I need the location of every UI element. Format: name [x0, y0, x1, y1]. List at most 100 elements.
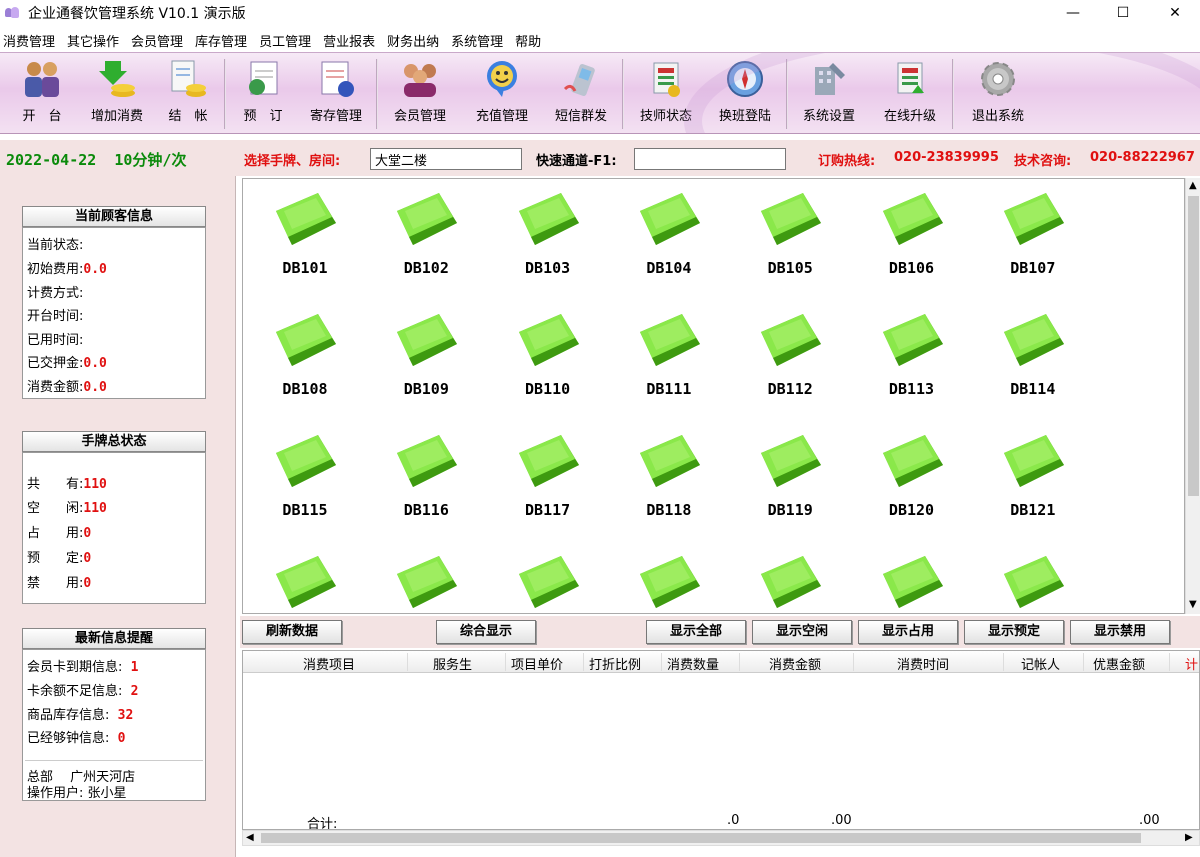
room-tile[interactable]: DB109 [376, 306, 476, 416]
room-tile[interactable]: DB105 [740, 185, 840, 295]
column-header[interactable]: 记帐人 [1021, 654, 1060, 673]
scroll-down-icon[interactable]: ▼ [1189, 599, 1197, 610]
room-tile[interactable]: DB118 [619, 427, 719, 537]
toolbar-separator [224, 59, 226, 129]
combined-display-button[interactable]: 综合显示 [436, 620, 536, 644]
add-consumption-button[interactable]: 增加消费 [82, 57, 152, 131]
column-header[interactable]: 服务生 [433, 654, 472, 673]
info-alert-row[interactable]: 会员卡到期信息: 1 [27, 656, 138, 675]
show-occupied-button[interactable]: 显示占用 [858, 620, 958, 644]
menu-finance[interactable]: 财务出纳 [384, 31, 447, 50]
room-tile[interactable]: DB102 [376, 185, 476, 295]
refresh-data-button[interactable]: 刷新数据 [242, 620, 342, 644]
room-tile[interactable]: DB103 [498, 185, 598, 295]
room-tile[interactable]: DB108 [255, 306, 355, 416]
quick-access-input[interactable] [634, 148, 786, 170]
maximize-button[interactable]: ☐ [1100, 0, 1146, 26]
show-disabled-button[interactable]: 显示禁用 [1070, 620, 1170, 644]
total-label: 合计: [307, 817, 338, 830]
checkout-button[interactable]: 结 帐 [156, 57, 220, 131]
open-table-button[interactable]: 开 台 [6, 57, 78, 131]
column-header[interactable]: 消费项目 [303, 654, 355, 673]
scrollbar-thumb[interactable] [1188, 196, 1199, 496]
room-tile[interactable]: DB107 [983, 185, 1083, 295]
room-tile[interactable]: DB115 [255, 427, 355, 537]
shift-login-button[interactable]: 换班登陆 [710, 57, 780, 131]
room-tile[interactable]: DB112 [740, 306, 840, 416]
room-tile[interactable]: DB117 [498, 427, 598, 537]
table-horizontal-scrollbar[interactable]: ◀ ▶ [242, 830, 1200, 846]
room-tile[interactable]: DB119 [740, 427, 840, 537]
column-header[interactable]: 打折比例 [589, 654, 641, 673]
add-consumption-label: 增加消费 [90, 109, 143, 124]
menu-reports[interactable]: 营业报表 [320, 31, 383, 50]
room-tile[interactable]: DB114 [983, 306, 1083, 416]
show-reserved-button[interactable]: 显示预定 [964, 620, 1064, 644]
room-card-icon [276, 193, 336, 245]
total-discount: .00 [1139, 813, 1160, 828]
tech-status-button[interactable]: 技师状态 [628, 57, 704, 131]
menu-help[interactable]: 帮助 [512, 31, 549, 50]
column-header[interactable]: 计 [1185, 654, 1198, 673]
scroll-right-icon[interactable]: ▶ [1185, 832, 1193, 843]
exit-system-button[interactable]: 退出系统 [958, 57, 1038, 131]
room-tile[interactable]: DB106 [862, 185, 962, 295]
close-button[interactable]: ✕ [1152, 0, 1198, 26]
room-card-icon [761, 314, 822, 366]
room-tile[interactable] [619, 548, 719, 613]
recharge-button[interactable]: 充值管理 [464, 57, 540, 131]
sms-broadcast-button[interactable]: 短信群发 [546, 57, 616, 131]
room-tile[interactable] [255, 548, 355, 613]
customer-row: 初始费用:0.0 [27, 262, 107, 277]
room-card-icon [1003, 314, 1064, 366]
room-tile[interactable]: DB120 [862, 427, 962, 537]
room-tile[interactable] [376, 548, 476, 613]
column-header[interactable]: 消费时间 [897, 654, 949, 673]
online-upgrade-label: 在线升级 [883, 109, 936, 124]
column-header[interactable]: 消费金额 [769, 654, 821, 673]
room-select-input[interactable] [370, 148, 522, 170]
menu-staff[interactable]: 员工管理 [256, 31, 319, 50]
system-settings-button[interactable]: 系统设置 [792, 57, 866, 131]
show-free-button[interactable]: 显示空闲 [752, 620, 852, 644]
room-tile[interactable] [862, 548, 962, 613]
scrollbar-thumb[interactable] [261, 833, 1141, 843]
storage-button[interactable]: 寄存管理 [300, 57, 372, 131]
menu-inventory[interactable]: 库存管理 [192, 31, 255, 50]
column-header[interactable]: 消费数量 [667, 654, 719, 673]
select-room-label: 选择手牌、房间: [244, 154, 341, 169]
info-alert-row[interactable]: 已经够钟信息: 0 [27, 727, 125, 746]
menu-members[interactable]: 会员管理 [128, 31, 191, 50]
room-tile[interactable]: DB104 [619, 185, 719, 295]
column-header[interactable]: 项目单价 [511, 654, 563, 673]
room-tile[interactable] [498, 548, 598, 613]
room-grid-scrollbar[interactable]: ▲ ▼ [1185, 178, 1200, 614]
member-management-button[interactable]: 会员管理 [382, 57, 458, 131]
menu-consumption[interactable]: 消费管理 [0, 31, 63, 50]
room-card-icon [518, 314, 579, 366]
room-card-icon [1003, 193, 1064, 245]
online-upgrade-button[interactable]: 在线升级 [872, 57, 948, 131]
room-tile[interactable]: DB121 [983, 427, 1083, 537]
scroll-up-icon[interactable]: ▲ [1189, 180, 1197, 191]
room-tile[interactable]: DB113 [862, 306, 962, 416]
column-header[interactable]: 优惠金额 [1093, 654, 1145, 673]
room-tile[interactable] [983, 548, 1083, 613]
customer-row: 已用时间: [27, 333, 84, 348]
room-tile[interactable]: DB111 [619, 306, 719, 416]
room-tile[interactable]: DB110 [498, 306, 598, 416]
billing-rate: 10分钟/次 [114, 151, 187, 169]
info-alert-row[interactable]: 商品库存信息: 32 [27, 704, 133, 723]
current-date: 2022-04-22 10分钟/次 [6, 149, 186, 170]
booking-button[interactable]: 预 订 [230, 57, 296, 131]
room-tile[interactable]: DB101 [255, 185, 355, 295]
minimize-button[interactable]: — [1050, 0, 1096, 26]
show-all-button[interactable]: 显示全部 [646, 620, 746, 644]
scroll-left-icon[interactable]: ◀ [246, 832, 254, 843]
menu-system[interactable]: 系统管理 [448, 31, 511, 50]
room-tile[interactable] [740, 548, 840, 613]
info-alert-row[interactable]: 卡余额不足信息: 2 [27, 680, 138, 699]
room-card-icon [276, 435, 336, 487]
menu-other[interactable]: 其它操作 [64, 31, 127, 50]
room-tile[interactable]: DB116 [376, 427, 476, 537]
